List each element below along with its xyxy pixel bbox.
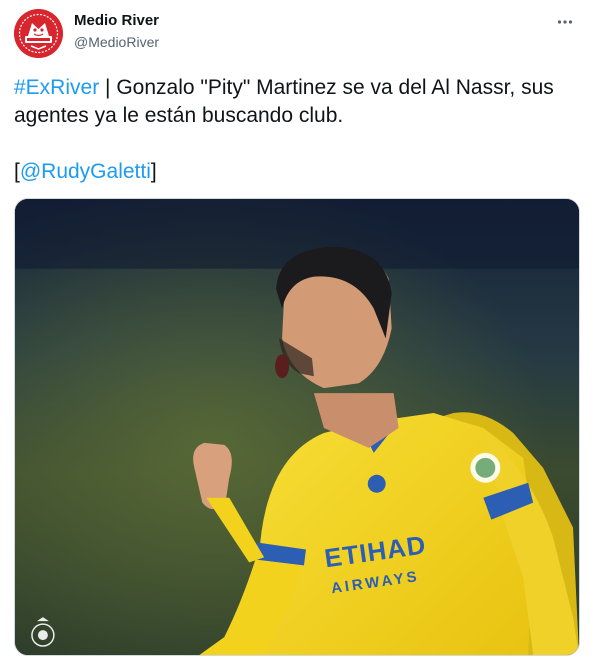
tweet-photo[interactable]: ETIHAD AIRWAYS [14,198,580,656]
hashtag-link[interactable]: #ExRiver [14,76,99,99]
tweet-paragraph: #ExRiver | Gonzalo "Pity" Martinez se va… [14,74,579,130]
mention-bracket-close: ] [150,160,157,183]
tweet-text: #ExRiver | Gonzalo "Pity" Martinez se va… [14,74,579,186]
avatar[interactable] [14,9,63,58]
author-handle[interactable]: @MedioRiver [74,33,159,51]
more-dots-icon [557,20,573,24]
player-photo: ETIHAD AIRWAYS [15,199,579,655]
mention-paragraph: [@RudyGaletti] [14,158,579,186]
medio-river-logo-icon [14,9,63,58]
mention-link[interactable]: @RudyGaletti [20,160,151,183]
author-name[interactable]: Medio River [74,12,159,30]
more-options-button[interactable] [551,8,579,36]
tweet-card: Medio River @MedioRiver #ExRiver | Gonza… [0,0,595,669]
